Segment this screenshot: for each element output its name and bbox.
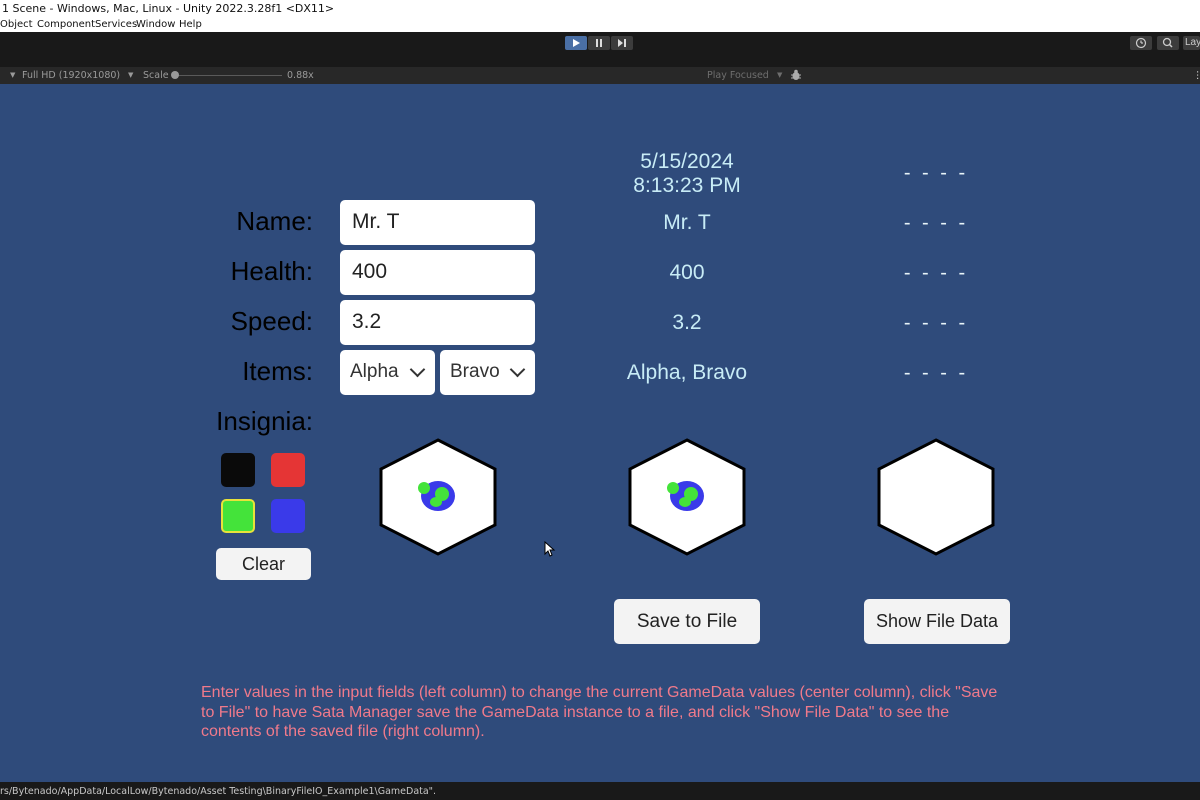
display-chevron-icon[interactable]: ▼ bbox=[10, 67, 15, 84]
pause-button[interactable] bbox=[588, 36, 610, 50]
insignia-label: Insignia: bbox=[216, 406, 313, 436]
search-button[interactable] bbox=[1157, 36, 1179, 50]
swatch-blue[interactable] bbox=[271, 499, 305, 533]
game-view-bar: ▼ Full HD (1920x1080) ▼ Scale 0.88x Play… bbox=[0, 67, 1200, 84]
chevron-down-icon bbox=[509, 361, 526, 378]
bug-icon[interactable] bbox=[790, 69, 802, 87]
menu-item-window[interactable]: Window bbox=[136, 17, 175, 32]
file-health: - - - - bbox=[903, 262, 969, 284]
file-name: - - - - bbox=[903, 212, 969, 234]
swatch-red[interactable] bbox=[271, 453, 305, 487]
history-icon bbox=[1135, 37, 1147, 49]
search-icon bbox=[1162, 37, 1173, 48]
main-toolbar: Lay bbox=[0, 32, 1200, 53]
item1-value: Alpha bbox=[350, 361, 399, 382]
menu-item-help[interactable]: Help bbox=[179, 17, 202, 32]
current-insignia-hexagon bbox=[628, 438, 746, 556]
current-health: 400 bbox=[669, 261, 705, 284]
name-label: Name: bbox=[236, 206, 313, 236]
current-time: 8:13:23 PM bbox=[633, 174, 741, 197]
step-icon bbox=[618, 39, 626, 47]
speed-input[interactable]: 3.2 bbox=[340, 300, 535, 345]
current-name: Mr. T bbox=[663, 211, 711, 234]
more-options-icon[interactable]: ⋮ bbox=[1193, 67, 1200, 84]
history-button[interactable] bbox=[1130, 36, 1152, 50]
resolution-chevron-icon[interactable]: ▼ bbox=[128, 67, 133, 84]
scale-slider-track[interactable] bbox=[178, 75, 282, 76]
swatch-green[interactable] bbox=[221, 499, 255, 533]
play-focused-dropdown[interactable]: Play Focused bbox=[707, 67, 769, 84]
current-date: 5/15/2024 bbox=[640, 150, 734, 173]
resolution-dropdown[interactable]: Full HD (1920x1080) bbox=[22, 67, 120, 84]
file-speed: - - - - bbox=[903, 312, 969, 334]
play-icon bbox=[573, 39, 580, 47]
save-to-file-button[interactable]: Save to File bbox=[614, 599, 760, 644]
item1-dropdown[interactable]: Alpha bbox=[340, 350, 435, 395]
chevron-down-icon bbox=[409, 361, 426, 378]
menu-item-component[interactable]: Component bbox=[37, 17, 95, 32]
window-title: 1 Scene - Windows, Mac, Linux - Unity 20… bbox=[0, 0, 1200, 17]
scale-label: Scale bbox=[143, 70, 169, 81]
play-focused-chevron-icon[interactable]: ▼ bbox=[777, 67, 782, 84]
play-button[interactable] bbox=[565, 36, 587, 50]
status-bar: rs/Bytenado/AppData/LocalLow/Bytenado/As… bbox=[0, 782, 1200, 800]
menu-bar: Object Component Services Window Help bbox=[0, 17, 1200, 32]
pause-icon bbox=[596, 39, 602, 47]
item2-value: Bravo bbox=[450, 361, 500, 382]
toolbar-spacer bbox=[0, 53, 1200, 67]
current-timestamp: 5/15/2024 8:13:23 PM bbox=[587, 150, 787, 198]
health-input[interactable]: 400 bbox=[340, 250, 535, 295]
clear-button[interactable]: Clear bbox=[216, 548, 311, 580]
swatch-black[interactable] bbox=[221, 453, 255, 487]
scale-slider-handle[interactable] bbox=[171, 71, 179, 79]
item2-dropdown[interactable]: Bravo bbox=[440, 350, 535, 395]
play-controls bbox=[565, 36, 633, 50]
name-input[interactable]: Mr. T bbox=[340, 200, 535, 245]
menu-item-services[interactable]: Services bbox=[95, 17, 137, 32]
instructions-text: Enter values in the input fields (left c… bbox=[201, 684, 998, 740]
health-label: Health: bbox=[230, 256, 313, 286]
show-file-data-button[interactable]: Show File Data bbox=[864, 599, 1010, 644]
step-button[interactable] bbox=[611, 36, 633, 50]
file-timestamp: - - - - bbox=[903, 162, 969, 184]
insignia-editor-hexagon[interactable] bbox=[379, 438, 497, 556]
file-items: - - - - bbox=[903, 362, 969, 384]
speed-label: Speed: bbox=[230, 306, 313, 336]
scale-value: 0.88x bbox=[287, 70, 314, 81]
current-items: Alpha, Bravo bbox=[626, 361, 748, 384]
menu-item-gameobject[interactable]: Object bbox=[0, 17, 33, 32]
mouse-cursor-icon bbox=[544, 541, 556, 557]
items-label: Items: bbox=[242, 356, 313, 386]
layout-dropdown[interactable]: Lay bbox=[1183, 36, 1200, 50]
file-insignia-hexagon bbox=[877, 438, 995, 556]
current-speed: 3.2 bbox=[672, 311, 702, 334]
